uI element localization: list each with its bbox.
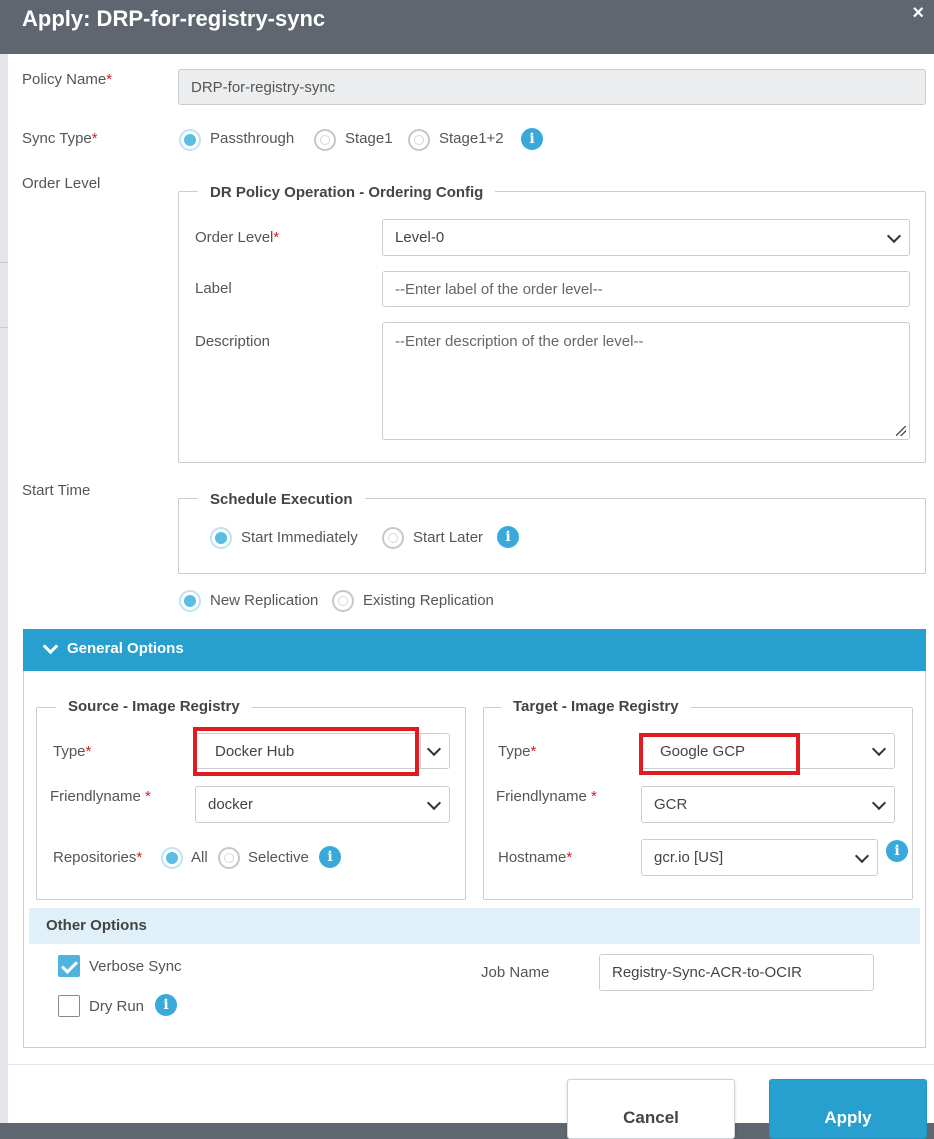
source-registry-legend: Source - Image Registry <box>56 698 252 715</box>
sync-type-stage1-label[interactable]: Stage1 <box>345 130 393 147</box>
order-level-section-label: Order Level <box>22 175 101 192</box>
order-description-placeholder: --Enter description of the order level-- <box>395 333 644 350</box>
start-immediately-label[interactable]: Start Immediately <box>241 529 358 546</box>
sync-type-stage12-radio[interactable] <box>408 129 430 151</box>
ordering-config-legend: DR Policy Operation - Ordering Config <box>198 184 496 201</box>
existing-replication-radio[interactable] <box>332 590 354 612</box>
job-name-value: Registry-Sync-ACR-to-OCIR <box>612 964 803 981</box>
order-level-select[interactable]: Level-0 <box>382 219 910 256</box>
dialog-body: Policy Name* DRP-for-registry-sync Sync … <box>8 54 934 1139</box>
apply-button[interactable]: Apply <box>769 1079 927 1139</box>
verbose-sync-label[interactable]: Verbose Sync <box>89 958 182 975</box>
job-name-label: Job Name <box>481 964 550 981</box>
target-friendlyname-value: GCR <box>654 796 688 813</box>
general-options-title: General Options <box>67 640 184 657</box>
dry-run-checkbox[interactable] <box>58 995 80 1017</box>
other-options-header: Other Options <box>29 908 920 944</box>
background-strip <box>0 0 8 1123</box>
chevron-down-icon <box>426 741 442 757</box>
close-icon[interactable]: × <box>912 2 924 25</box>
sync-type-stage12-label[interactable]: Stage1+2 <box>439 130 504 147</box>
chevron-down-icon <box>854 848 870 863</box>
new-replication-radio[interactable] <box>179 590 201 612</box>
existing-replication-label[interactable]: Existing Replication <box>363 592 494 609</box>
resize-handle-icon[interactable] <box>896 426 906 436</box>
chevron-down-icon <box>42 638 59 655</box>
sync-type-label: Sync Type* <box>22 130 98 147</box>
job-name-input[interactable]: Registry-Sync-ACR-to-OCIR <box>599 954 874 991</box>
repositories-selective-label[interactable]: Selective <box>248 849 309 866</box>
footer-divider <box>8 1064 934 1065</box>
policy-name-input[interactable]: DRP-for-registry-sync <box>178 69 926 105</box>
repositories-selective-radio[interactable] <box>218 847 240 869</box>
chevron-down-icon <box>871 741 887 757</box>
order-label-input[interactable]: --Enter label of the order level-- <box>382 271 910 307</box>
apply-button-label: Apply <box>824 1108 872 1127</box>
chevron-down-icon <box>426 795 442 810</box>
hostname-value: gcr.io [US] <box>654 849 724 866</box>
source-type-label: Type* <box>53 743 92 760</box>
source-friendlyname-value: docker <box>208 796 254 813</box>
order-description-textarea[interactable]: --Enter description of the order level-- <box>382 322 910 440</box>
background-divider <box>0 262 8 263</box>
other-options-title: Other Options <box>46 917 147 934</box>
sync-type-info-icon[interactable]: i <box>521 128 543 150</box>
background-divider <box>0 327 8 328</box>
source-friendlyname-select[interactable]: docker <box>195 786 450 823</box>
policy-name-value: DRP-for-registry-sync <box>191 78 336 96</box>
general-options-toggle[interactable]: General Options <box>23 629 926 671</box>
repositories-label: Repositories* <box>53 849 143 866</box>
label-field-label: Label <box>195 280 232 297</box>
description-label: Description <box>195 333 271 350</box>
chevron-down-icon <box>871 795 887 810</box>
verbose-sync-checkbox[interactable] <box>58 955 80 977</box>
target-type-highlight <box>639 733 800 775</box>
source-type-highlight <box>193 727 419 776</box>
dry-run-info-icon[interactable]: i <box>155 994 177 1016</box>
hostname-info-icon[interactable]: i <box>886 840 908 862</box>
sync-type-passthrough-radio[interactable] <box>179 129 201 151</box>
schedule-execution-legend: Schedule Execution <box>198 491 365 508</box>
repositories-all-radio[interactable] <box>161 847 183 869</box>
dialog-header: Apply: DRP-for-registry-sync × <box>0 0 934 54</box>
start-immediately-radio[interactable] <box>210 527 232 549</box>
cancel-button[interactable]: Cancel <box>567 1079 735 1139</box>
order-level-label: Order Level* <box>195 229 280 246</box>
order-level-value: Level-0 <box>395 229 445 246</box>
dialog-title: Apply: DRP-for-registry-sync <box>22 6 326 31</box>
target-friendlyname-select[interactable]: GCR <box>641 786 895 823</box>
target-type-label: Type* <box>498 743 537 760</box>
cancel-button-label: Cancel <box>623 1108 679 1127</box>
source-friendlyname-label: Friendlyname * <box>50 788 151 805</box>
sync-type-stage1-radio[interactable] <box>314 129 336 151</box>
sync-type-passthrough-label[interactable]: Passthrough <box>210 130 294 147</box>
repositories-all-label[interactable]: All <box>191 849 208 866</box>
chevron-down-icon <box>886 228 902 243</box>
repositories-info-icon[interactable]: i <box>319 846 341 868</box>
start-later-label[interactable]: Start Later <box>413 529 483 546</box>
start-time-label: Start Time <box>22 482 91 499</box>
order-label-placeholder: --Enter label of the order level-- <box>395 280 603 298</box>
start-later-info-icon[interactable]: i <box>497 526 519 548</box>
new-replication-label[interactable]: New Replication <box>210 592 318 609</box>
hostname-select[interactable]: gcr.io [US] <box>641 839 878 876</box>
target-registry-legend: Target - Image Registry <box>501 698 691 715</box>
dry-run-label[interactable]: Dry Run <box>89 998 144 1015</box>
target-friendlyname-label: Friendlyname * <box>496 788 597 805</box>
select-divider <box>420 733 421 769</box>
policy-name-label: Policy Name* <box>22 71 113 88</box>
hostname-label: Hostname* <box>498 849 573 866</box>
start-later-radio[interactable] <box>382 527 404 549</box>
